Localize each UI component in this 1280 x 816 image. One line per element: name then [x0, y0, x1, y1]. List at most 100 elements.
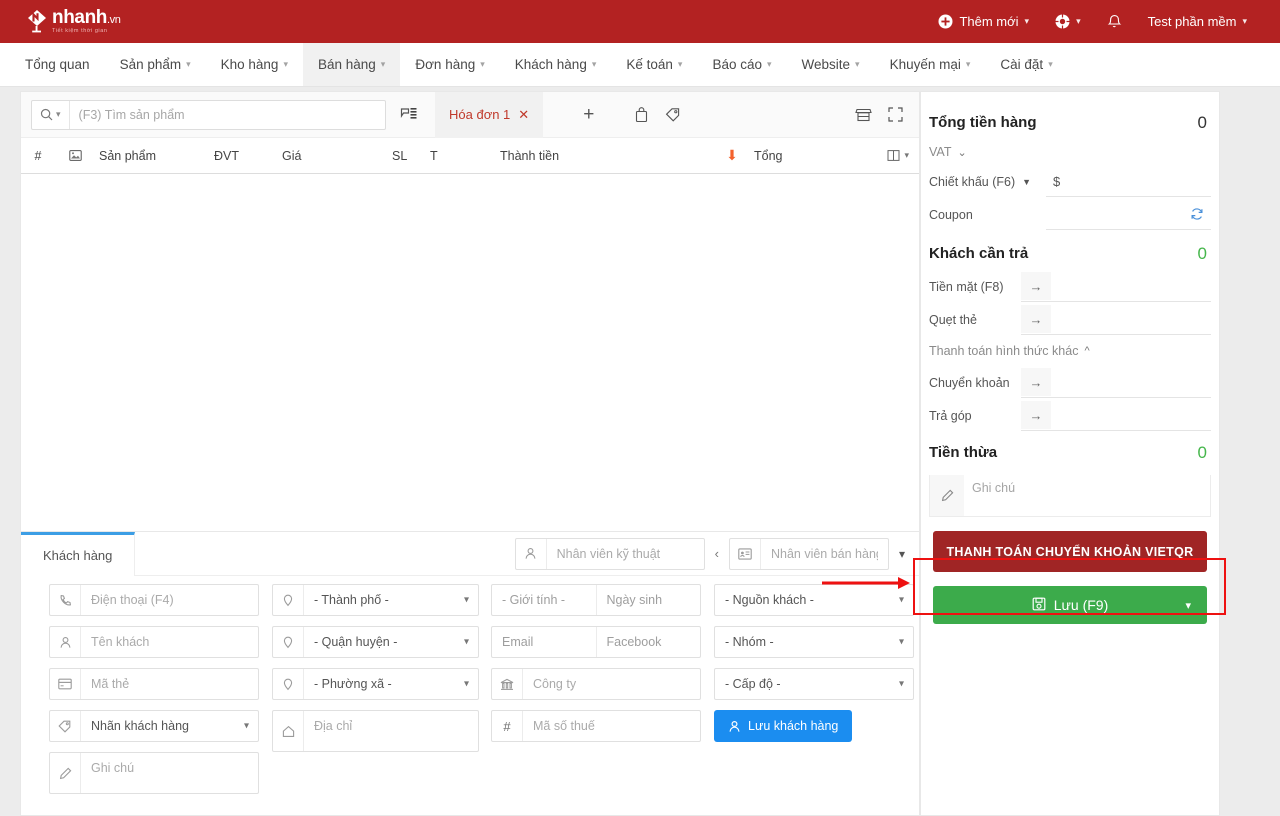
- source-select[interactable]: - Nguồn khách -: [715, 593, 913, 607]
- technician-field[interactable]: [514, 537, 705, 570]
- close-icon[interactable]: ✕: [518, 107, 529, 123]
- prev-staff-icon[interactable]: ‹: [715, 546, 719, 561]
- arrow-right-icon[interactable]: →: [1021, 401, 1051, 429]
- tax-code-field[interactable]: #: [491, 710, 701, 742]
- source-field[interactable]: - Nguồn khách - ▾: [714, 584, 914, 616]
- arrow-right-icon[interactable]: →: [1021, 368, 1051, 396]
- chevron-down-icon[interactable]: ▾: [1185, 599, 1191, 612]
- discount-input[interactable]: [1060, 173, 1211, 189]
- caret-down-icon[interactable]: ▼: [1022, 177, 1031, 187]
- nav-item-ke-toan[interactable]: Kế toán ▾: [611, 43, 697, 86]
- seller-field[interactable]: [728, 537, 889, 570]
- birthday-input[interactable]: [596, 585, 700, 615]
- tax-code-input[interactable]: [523, 719, 700, 733]
- coupon-input-wrap[interactable]: [1046, 200, 1211, 230]
- search-scope-dropdown[interactable]: ▾: [32, 100, 70, 129]
- nav-item-kho-hang[interactable]: Kho hàng ▾: [206, 43, 303, 86]
- coupon-input[interactable]: [1046, 206, 1183, 222]
- invoice-tab-1[interactable]: Hóa đơn 1 ✕: [435, 91, 544, 138]
- level-select[interactable]: - Cấp độ -: [715, 677, 913, 691]
- add-invoice-tab-button[interactable]: +: [583, 105, 594, 124]
- transfer-input-wrap[interactable]: →: [1021, 368, 1211, 398]
- shopping-bag-icon[interactable]: [634, 106, 649, 123]
- vietqr-payment-button[interactable]: THANH TOÁN CHUYỂN KHOẢN VIETQR: [933, 531, 1207, 572]
- col-t[interactable]: T: [426, 149, 496, 163]
- card-input-wrap[interactable]: →: [1021, 305, 1211, 335]
- notifications-button[interactable]: [1094, 0, 1135, 43]
- nav-item-tong-quan[interactable]: Tổng quan: [10, 43, 105, 86]
- discount-input-wrap[interactable]: $: [1046, 167, 1211, 197]
- company-field[interactable]: [491, 668, 701, 700]
- customer-tag-field[interactable]: Nhãn khách hàng ▾: [49, 710, 259, 742]
- user-menu[interactable]: Test phần mềm ▾: [1135, 0, 1260, 43]
- customer-name-input[interactable]: [81, 635, 258, 649]
- product-search-input[interactable]: [69, 107, 385, 122]
- barcode-list-icon[interactable]: [400, 106, 417, 123]
- col-price[interactable]: Giá: [278, 149, 388, 163]
- seller-input[interactable]: [760, 546, 888, 561]
- chevron-up-icon[interactable]: ^: [1084, 345, 1089, 357]
- vat-row[interactable]: VAT ⌄: [929, 139, 1211, 165]
- phone-field[interactable]: [49, 584, 259, 616]
- other-methods-row[interactable]: Thanh toán hình thức khác ^: [929, 336, 1211, 366]
- col-total[interactable]: Tổng: [750, 149, 820, 163]
- tab-khach-hang[interactable]: Khách hàng: [21, 532, 136, 576]
- save-customer-button[interactable]: Lưu khách hàng: [714, 710, 853, 742]
- col-qty[interactable]: SL: [388, 149, 426, 163]
- level-field[interactable]: - Cấp độ - ▾: [714, 668, 914, 700]
- gender-input[interactable]: [492, 585, 597, 615]
- facebook-input[interactable]: [596, 627, 700, 657]
- cash-input-wrap[interactable]: →: [1021, 272, 1211, 302]
- customer-name-field[interactable]: [49, 626, 259, 658]
- customer-note-field[interactable]: [49, 752, 259, 794]
- district-field[interactable]: - Quận huyện - ▾: [272, 626, 479, 658]
- col-amount[interactable]: Thành tiền: [496, 149, 714, 163]
- group-field[interactable]: - Nhóm - ▾: [714, 626, 914, 658]
- group-select[interactable]: - Nhóm -: [715, 635, 913, 649]
- nav-item-khach-hang[interactable]: Khách hàng ▾: [500, 43, 612, 86]
- nav-item-khuyen-mai[interactable]: Khuyến mại ▾: [875, 43, 986, 86]
- installment-input[interactable]: [1051, 407, 1211, 423]
- product-search-box[interactable]: ▾: [31, 99, 386, 130]
- company-input[interactable]: [523, 677, 700, 691]
- nav-item-bao-cao[interactable]: Báo cáo ▾: [697, 43, 786, 86]
- card-code-input[interactable]: [81, 677, 258, 691]
- ward-field[interactable]: - Phường xã - ▾: [272, 668, 479, 700]
- column-settings-button[interactable]: ▾: [883, 149, 919, 162]
- nav-item-don-hang[interactable]: Đơn hàng ▾: [400, 43, 499, 86]
- fullscreen-icon[interactable]: [888, 107, 903, 122]
- address-field[interactable]: [272, 710, 479, 752]
- add-new-menu[interactable]: Thêm mới ▾: [925, 0, 1042, 43]
- email-input[interactable]: [492, 627, 597, 657]
- arrow-right-icon[interactable]: →: [1021, 272, 1051, 300]
- tag-icon[interactable]: [665, 107, 682, 123]
- district-select[interactable]: - Quận huyện -: [304, 635, 478, 649]
- installment-input-wrap[interactable]: →: [1021, 401, 1211, 431]
- technician-input[interactable]: [546, 546, 704, 561]
- ward-select[interactable]: - Phường xã -: [304, 677, 478, 691]
- card-swipe-input[interactable]: [1051, 311, 1211, 327]
- chevron-double-down-icon[interactable]: ⌄: [957, 146, 966, 159]
- store-icon[interactable]: [855, 107, 872, 123]
- transfer-input[interactable]: [1051, 374, 1211, 390]
- help-menu[interactable]: ▾: [1042, 0, 1094, 43]
- brand-logo[interactable]: nhanh.vn Tiết kiệm thời gian: [26, 8, 121, 35]
- customer-tag-select[interactable]: Nhãn khách hàng: [81, 719, 258, 733]
- city-field[interactable]: - Thành phố - ▾: [272, 584, 479, 616]
- city-select[interactable]: - Thành phố -: [304, 593, 478, 607]
- nav-item-website[interactable]: Website ▾: [787, 43, 875, 86]
- address-input[interactable]: [304, 711, 478, 751]
- customer-note-input[interactable]: [81, 753, 258, 793]
- sort-down-icon[interactable]: ⬇: [714, 147, 750, 164]
- card-code-field[interactable]: [49, 668, 259, 700]
- chevron-down-icon[interactable]: ▾: [899, 547, 905, 561]
- save-order-button[interactable]: Lưu (F9) ▾: [933, 586, 1207, 624]
- order-note-input[interactable]: [964, 475, 1210, 516]
- arrow-right-icon[interactable]: →: [1021, 305, 1051, 333]
- col-unit[interactable]: ĐVT: [210, 149, 278, 163]
- refresh-icon[interactable]: [1183, 207, 1211, 221]
- nav-item-cai-dat[interactable]: Cài đặt ▾: [985, 43, 1067, 86]
- nav-item-ban-hang[interactable]: Bán hàng ▾: [302, 43, 401, 86]
- nav-item-san-pham[interactable]: Sản phẩm ▾: [105, 43, 206, 86]
- cash-input[interactable]: [1051, 278, 1211, 294]
